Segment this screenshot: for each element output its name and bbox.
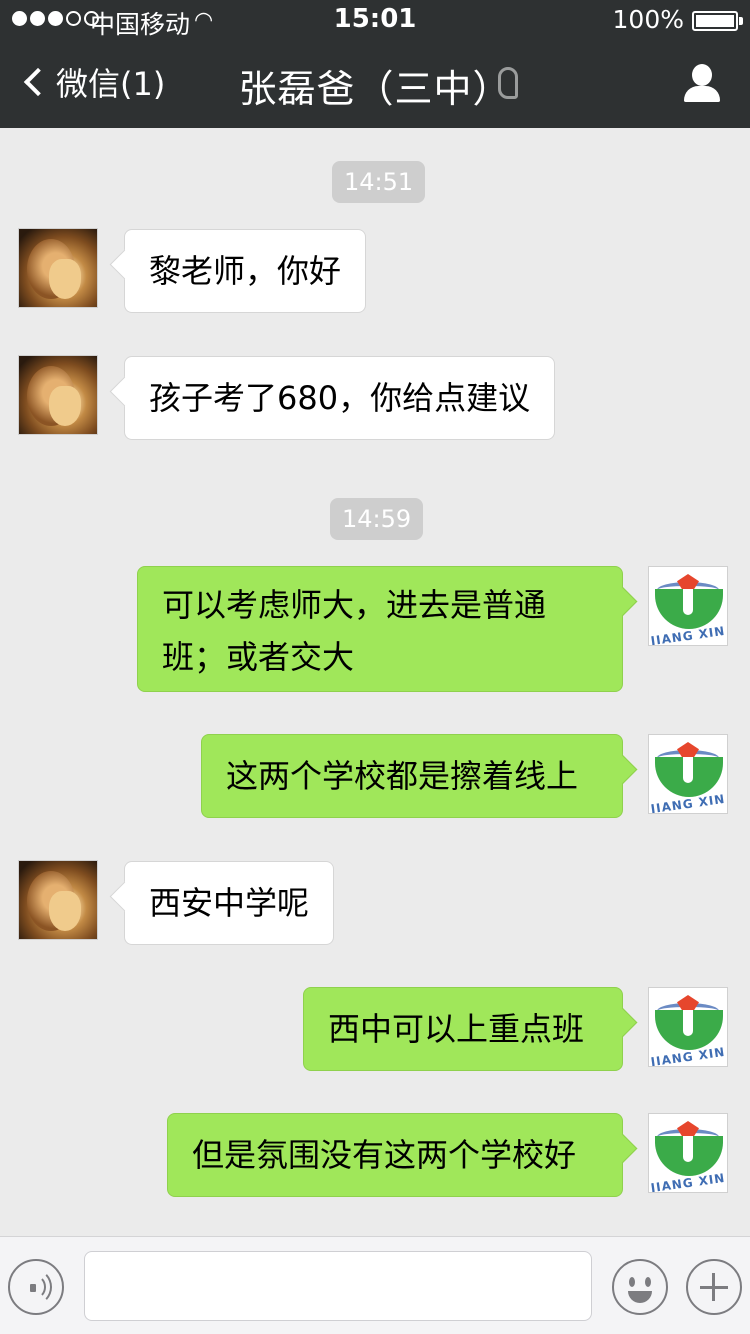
contact-avatar[interactable]	[18, 860, 98, 940]
timestamp: 14:51	[332, 161, 426, 203]
more-button[interactable]	[686, 1259, 742, 1315]
status-bar: 中国移动 ◠ 15:01 100%	[0, 0, 750, 40]
my-avatar[interactable]: JIANG XIN	[648, 987, 728, 1067]
message-text: 这两个学校都是擦着线上	[226, 757, 579, 795]
message-bubble-outgoing[interactable]: 西中可以上重点班	[303, 987, 623, 1071]
emoji-icon	[629, 1277, 635, 1287]
battery-tip	[739, 17, 743, 25]
battery-icon	[692, 11, 738, 31]
ear-icon	[498, 67, 518, 99]
message-bubble-incoming[interactable]: 孩子考了680，你给点建议	[124, 356, 556, 440]
contact-avatar[interactable]	[18, 228, 98, 308]
message-bubble-outgoing[interactable]: 这两个学校都是擦着线上	[201, 734, 623, 818]
input-bar	[0, 1236, 750, 1334]
message-bubble-outgoing[interactable]: 可以考虑师大，进去是普通 班；或者交大	[137, 566, 623, 692]
message-text: 西安中学呢	[149, 884, 310, 922]
message-bubble-incoming[interactable]: 黎老师，你好	[124, 229, 367, 313]
my-avatar[interactable]: JIANG XIN	[648, 734, 728, 814]
message-text-line: 可以考虑师大，进去是普通	[162, 586, 547, 624]
profile-button[interactable]	[682, 64, 722, 104]
contact-avatar[interactable]	[18, 355, 98, 435]
message-bubble-outgoing[interactable]: 但是氛围没有这两个学校好	[167, 1113, 623, 1197]
message-text: 孩子考了680，你给点建议	[149, 379, 531, 417]
timestamp: 14:59	[330, 498, 424, 540]
nav-bar: 微信(1) 张磊爸（三中）	[0, 40, 750, 128]
emoji-button[interactable]	[612, 1259, 668, 1315]
voice-button[interactable]	[8, 1259, 64, 1315]
message-input[interactable]	[84, 1251, 592, 1321]
message-text-line: 班；或者交大	[162, 638, 355, 676]
message-bubble-incoming[interactable]: 西安中学呢	[124, 861, 335, 945]
message-text: 但是氛围没有这两个学校好	[192, 1136, 577, 1174]
top-bar: 中国移动 ◠ 15:01 100% 微信(1) 张磊爸（三中）	[0, 0, 750, 128]
battery-percent: 100%	[612, 5, 684, 34]
profile-icon	[692, 64, 712, 86]
my-avatar[interactable]: JIANG XIN	[648, 566, 728, 646]
message-text: 西中可以上重点班	[328, 1010, 585, 1048]
my-avatar[interactable]: JIANG XIN	[648, 1113, 728, 1193]
chat-title: 张磊爸（三中）	[238, 67, 512, 111]
message-text: 黎老师，你好	[149, 252, 342, 290]
